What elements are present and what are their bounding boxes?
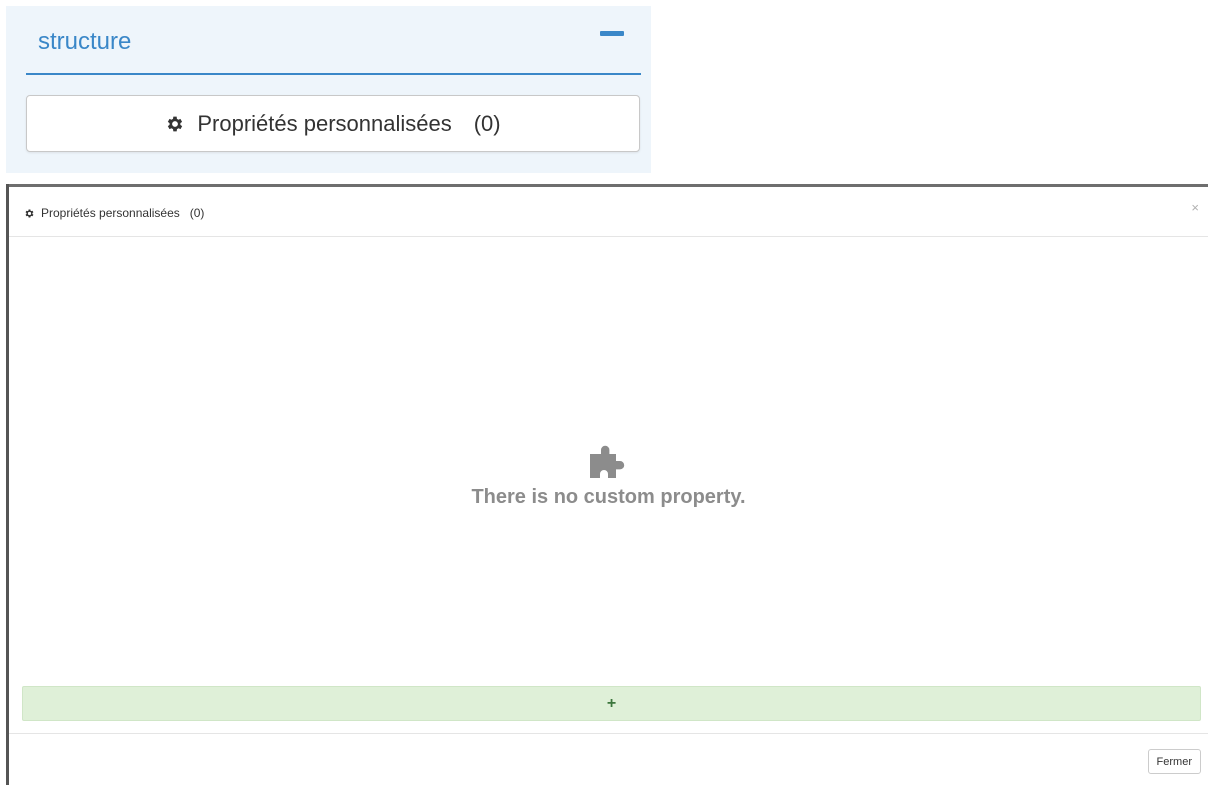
modal-title-label: Propriétés personnalisées [41, 206, 180, 220]
modal-title: Propriétés personnalisées (0) [24, 206, 204, 220]
minus-icon [600, 31, 624, 36]
panel-title: structure [38, 28, 132, 55]
puzzle-piece-icon [589, 445, 624, 478]
close-icon[interactable]: × [1191, 201, 1199, 214]
empty-message: There is no custom property. [471, 486, 746, 508]
collapse-button[interactable] [600, 28, 624, 38]
custom-properties-label: Propriétés personnalisées [197, 110, 452, 136]
custom-properties-modal: Propriétés personnalisées (0) × There is… [9, 187, 1208, 785]
modal-title-count: (0) [189, 206, 205, 220]
close-button[interactable]: Fermer [1147, 749, 1201, 774]
add-property-button[interactable]: + [22, 686, 1201, 721]
gear-icon [25, 208, 34, 218]
empty-state: There is no custom property. [9, 442, 1208, 509]
modal-header: Propriétés personnalisées (0) × [9, 187, 1208, 237]
gear-icon [168, 116, 183, 131]
structure-panel: structure Propriétés personnalisées (0) [6, 6, 651, 173]
modal-footer: Fermer [9, 733, 1208, 785]
custom-properties-button[interactable]: Propriétés personnalisées (0) [26, 95, 640, 152]
panel-header: structure [26, 6, 641, 75]
custom-properties-count: (0) [473, 110, 501, 136]
